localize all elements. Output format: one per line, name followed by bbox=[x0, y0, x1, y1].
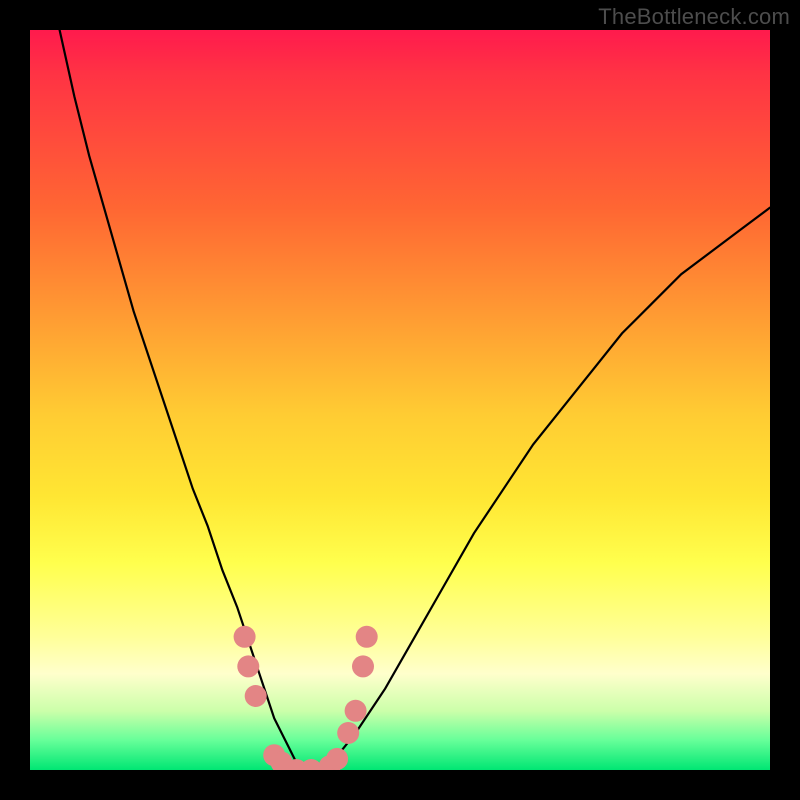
data-marker bbox=[237, 655, 259, 677]
chart-frame: TheBottleneck.com bbox=[0, 0, 800, 800]
data-marker bbox=[245, 685, 267, 707]
data-marker bbox=[356, 626, 378, 648]
data-marker bbox=[352, 655, 374, 677]
data-markers bbox=[234, 626, 378, 770]
data-marker bbox=[326, 748, 348, 770]
data-marker bbox=[337, 722, 359, 744]
data-marker bbox=[345, 700, 367, 722]
bottleneck-curve bbox=[60, 30, 770, 770]
curve-layer bbox=[30, 30, 770, 770]
watermark-text: TheBottleneck.com bbox=[598, 4, 790, 30]
data-marker bbox=[234, 626, 256, 648]
plot-area bbox=[30, 30, 770, 770]
